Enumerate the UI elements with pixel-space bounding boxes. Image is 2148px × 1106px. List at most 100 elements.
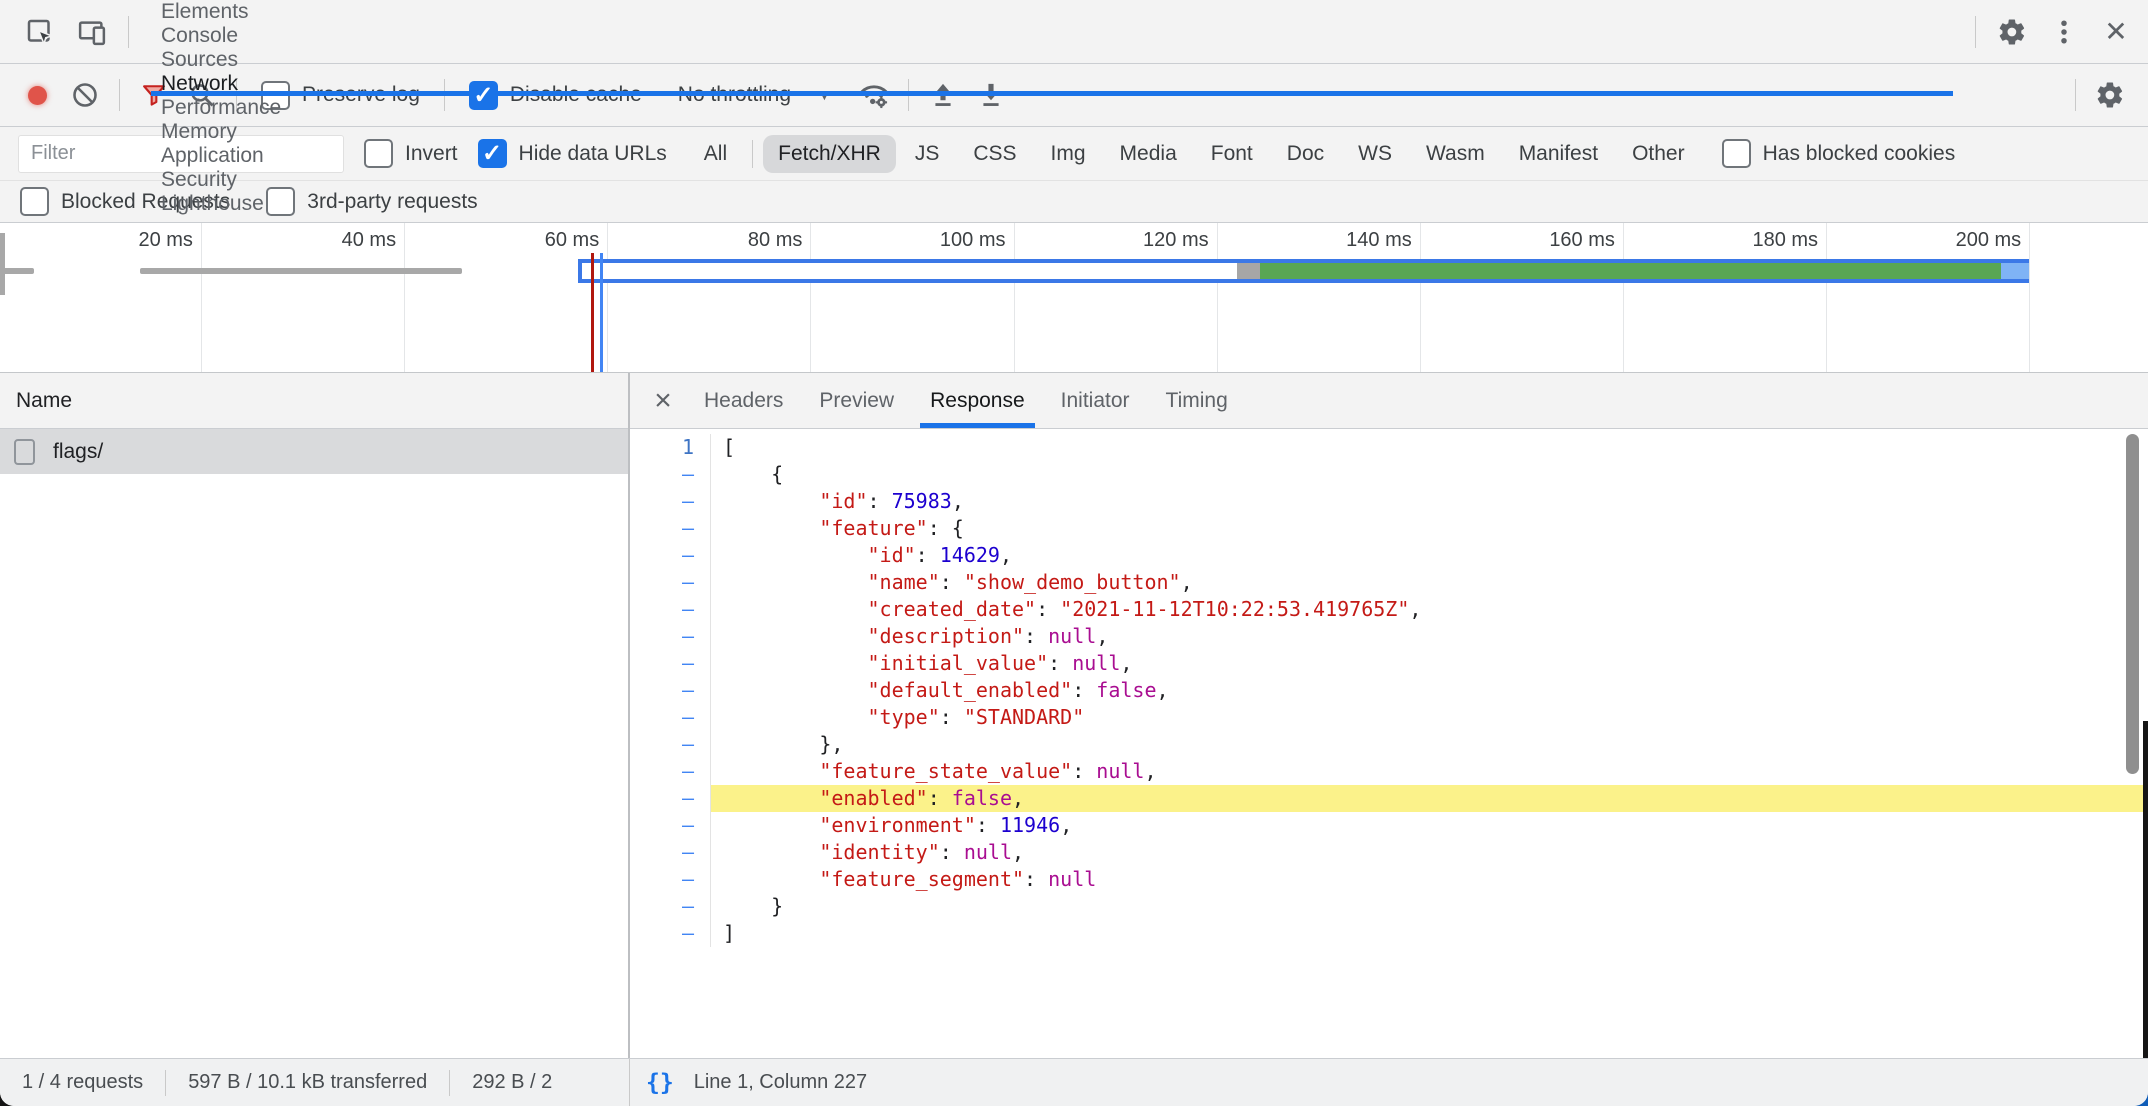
code-line-text: "id": 14629,: [711, 542, 2148, 569]
timeline-gridline: [404, 223, 405, 372]
device-toolbar-icon[interactable]: [66, 0, 118, 63]
code-token: ,: [1012, 786, 1024, 810]
code-line: – "type": "STANDARD": [630, 704, 2148, 731]
network-settings-gear-icon[interactable]: [2086, 73, 2134, 117]
timeline-gridline: [1014, 223, 1015, 372]
code-token: 11946: [1000, 813, 1060, 837]
blocked-requests-box[interactable]: [20, 187, 49, 216]
code-line: – "environment": 11946,: [630, 812, 2148, 839]
tab-label: Elements: [161, 0, 249, 24]
tab-elements[interactable]: Elements: [139, 0, 1965, 24]
hide-data-urls-box[interactable]: [478, 139, 507, 168]
code-token: :: [1024, 867, 1048, 891]
tab-performance[interactable]: Performance: [139, 96, 1965, 120]
request-row-flags[interactable]: flags/: [0, 429, 628, 474]
code-token: false: [1096, 678, 1156, 702]
detail-tab-label: Timing: [1166, 389, 1228, 413]
code-line-text: "default_enabled": false,: [711, 677, 2148, 704]
detail-tab-strip: HeadersPreviewResponse Initiator Timing: [686, 373, 1246, 428]
code-line-text: ]: [711, 920, 2148, 947]
tab-memory[interactable]: Memory: [139, 120, 1965, 144]
name-header-label: Name: [16, 389, 72, 413]
detail-tab-preview[interactable]: Preview: [801, 373, 912, 428]
gear-glyph: [1997, 17, 2027, 47]
response-code-area[interactable]: 1[– {– "id": 75983,– "feature": {– "id":…: [630, 429, 2148, 1058]
inspect-element-icon[interactable]: [14, 0, 66, 63]
scrollbar-thumb[interactable]: [2126, 434, 2139, 774]
gutter-line-number: –: [630, 758, 711, 785]
code-line: 1[: [630, 434, 2148, 461]
gutter-line-number: –: [630, 812, 711, 839]
code-line-text: "name": "show_demo_button",: [711, 569, 2148, 596]
code-token: }: [723, 894, 783, 918]
code-line: – "feature_segment": null: [630, 866, 2148, 893]
code-token: [723, 543, 868, 567]
code-line-text: "enabled": false,: [711, 785, 2148, 812]
timeline-gridline: [1623, 223, 1624, 372]
code-lines: 1[– {– "id": 75983,– "feature": {– "id":…: [630, 434, 2148, 947]
main-tab-strip: ElementsConsoleSourcesNetworkPerformance…: [139, 0, 1965, 63]
code-token: "feature": [819, 516, 927, 540]
record-network-log-button[interactable]: [28, 86, 47, 105]
network-overview-timeline[interactable]: 20 ms40 ms60 ms80 ms100 ms120 ms140 ms16…: [0, 223, 2148, 373]
timeline-tick-label: 100 ms: [896, 229, 1006, 252]
close-devtools-icon[interactable]: ✕: [2090, 0, 2142, 63]
clear-glyph: [71, 81, 99, 109]
detail-tab-response[interactable]: Response: [912, 373, 1043, 428]
settings-gear-icon[interactable]: [1986, 0, 2038, 63]
code-token: false: [952, 786, 1012, 810]
tab-label: Console: [161, 24, 238, 48]
code-token: ]: [723, 921, 735, 945]
tab-label: Sources: [161, 48, 238, 72]
timeline-tick-label: 80 ms: [692, 229, 802, 252]
code-line-text: "feature_segment": null: [711, 866, 2148, 893]
overview-left-stub: [0, 233, 5, 295]
toolbar-divider-5: [2075, 79, 2076, 111]
close-details-icon[interactable]: ×: [640, 373, 686, 428]
request-doc-icon: [14, 439, 35, 465]
code-token: ,: [1157, 678, 1169, 702]
gutter-line-number: –: [630, 839, 711, 866]
detail-tab-initiator[interactable]: Initiator: [1043, 373, 1148, 428]
code-token: [723, 759, 819, 783]
code-line: – "created_date": "2021-11-12T10:22:53.4…: [630, 596, 2148, 623]
timeline-gridline: [2029, 223, 2030, 372]
status-item: 597 B / 10.1 kB transferred: [166, 1071, 449, 1094]
code-token: "STANDARD": [964, 705, 1084, 729]
code-line: – "default_enabled": false,: [630, 677, 2148, 704]
code-line: – }: [630, 893, 2148, 920]
gutter-line-number: –: [630, 596, 711, 623]
tab-network[interactable]: Network: [139, 72, 1965, 96]
timeline-tick-label: 120 ms: [1099, 229, 1209, 252]
tab-application[interactable]: Application: [139, 144, 1965, 168]
detail-tab-label: Initiator: [1061, 389, 1130, 413]
tab-sources[interactable]: Sources: [139, 48, 1965, 72]
more-options-kebab-icon[interactable]: [2038, 0, 2090, 63]
bar-segment-stalled: [1237, 263, 1260, 279]
code-line: – "description": null,: [630, 623, 2148, 650]
code-token: :: [940, 840, 964, 864]
tab-security[interactable]: Security: [139, 168, 1965, 192]
selected-request-bar[interactable]: [578, 259, 2029, 283]
code-line-text: "id": 75983,: [711, 488, 2148, 515]
code-token: [723, 867, 819, 891]
load-marker-line: [600, 253, 603, 372]
code-token: "feature_state_value": [819, 759, 1072, 783]
clear-network-log-icon[interactable]: [61, 73, 109, 117]
gutter-line-number: –: [630, 704, 711, 731]
code-token: ,: [1409, 597, 1421, 621]
request-name: flags/: [53, 440, 103, 464]
code-token: :: [940, 705, 964, 729]
timeline-tick-label: 160 ms: [1505, 229, 1615, 252]
name-column-header[interactable]: Name: [0, 373, 628, 429]
tab-console[interactable]: Console: [139, 24, 1965, 48]
tab-lighthouse[interactable]: Lighthouse: [139, 192, 1965, 216]
gutter-line-number: –: [630, 785, 711, 812]
code-token: [723, 840, 819, 864]
disable-cache-box[interactable]: [469, 81, 498, 110]
code-token: [723, 813, 819, 837]
detail-tab-timing[interactable]: Timing: [1148, 373, 1246, 428]
pretty-print-braces-icon[interactable]: {}: [646, 1070, 674, 1096]
gutter-line-number: –: [630, 515, 711, 542]
detail-tab-headers[interactable]: Headers: [686, 373, 801, 428]
